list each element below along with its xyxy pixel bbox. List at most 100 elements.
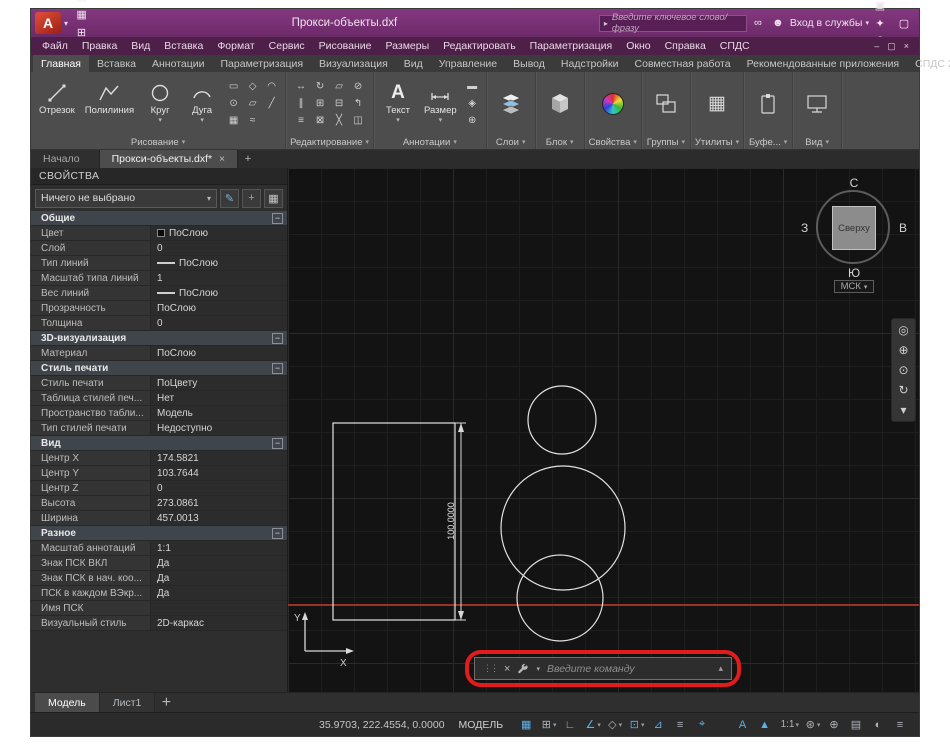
menu-item[interactable]: СПДС bbox=[713, 40, 757, 52]
panel-caption-layers[interactable]: Слои bbox=[487, 135, 535, 149]
menu-item[interactable]: Окно bbox=[619, 40, 657, 52]
ribbon-tab[interactable]: Вывод bbox=[505, 55, 553, 72]
modify-tool-icon[interactable]: ⊞ bbox=[312, 96, 329, 112]
modify-tool-icon[interactable]: ▱ bbox=[331, 79, 348, 95]
draw-extra-icon[interactable]: ▱ bbox=[244, 96, 261, 112]
command-input[interactable]: Введите команду bbox=[547, 663, 712, 675]
property-section[interactable]: Вид − bbox=[31, 436, 287, 451]
properties-button[interactable] bbox=[594, 92, 632, 116]
panel-caption-view[interactable]: Вид bbox=[793, 135, 841, 149]
arc-tool-button[interactable]: Дуга ▾ bbox=[183, 81, 221, 126]
property-row[interactable]: Вес линий ПоСлою bbox=[31, 286, 287, 301]
property-section[interactable]: Стиль печати − bbox=[31, 361, 287, 376]
menu-item[interactable]: Редактировать bbox=[436, 40, 523, 52]
select-objects-icon[interactable]: ▦ bbox=[264, 189, 283, 208]
navigation-wheel-icon[interactable]: ◎ bbox=[898, 324, 908, 336]
circle-bottom[interactable] bbox=[517, 555, 603, 641]
collapse-icon[interactable]: − bbox=[272, 438, 283, 449]
property-row[interactable]: Центр X 174.5821 bbox=[31, 451, 287, 466]
viewcube-compass[interactable]: С З Сверху В Ю bbox=[799, 178, 909, 278]
selection-dropdown[interactable]: Ничего не выбрано bbox=[35, 189, 217, 208]
annotation-autoscale-icon[interactable]: ▲ bbox=[756, 716, 776, 733]
ribbon-tab[interactable]: СПДС 2019 bbox=[907, 55, 950, 72]
doc-restore-icon[interactable]: ▢ bbox=[887, 41, 896, 52]
drawing-rectangle[interactable] bbox=[333, 423, 455, 620]
ortho-icon[interactable]: ∟ bbox=[561, 716, 581, 733]
ucs-selector[interactable]: МСК bbox=[834, 280, 875, 293]
document-tab[interactable]: Начало bbox=[31, 150, 100, 168]
annotation-monitor-icon[interactable]: ⊕ bbox=[825, 716, 845, 733]
close-tab-icon[interactable]: × bbox=[219, 154, 225, 165]
viewcube[interactable]: С З Сверху В Ю МСК bbox=[799, 178, 909, 293]
recent-commands-icon[interactable]: ▴ bbox=[718, 663, 723, 674]
quick-properties-icon[interactable]: ▤ bbox=[847, 716, 867, 733]
text-tool-button[interactable]: А Текст ▾ bbox=[379, 81, 417, 126]
panel-caption-draw[interactable]: Рисование bbox=[31, 135, 285, 149]
annotation-visibility-icon[interactable]: А bbox=[734, 716, 754, 733]
command-line[interactable]: ⋮⋮ × ▾ Введите команду ▴ bbox=[474, 657, 732, 680]
ribbon-tab[interactable]: Визуализация bbox=[311, 55, 396, 72]
close-icon[interactable]: × bbox=[504, 663, 510, 675]
ribbon-tab[interactable]: Управление bbox=[431, 55, 505, 72]
ribbon-tab[interactable]: Параметризация bbox=[213, 55, 312, 72]
search-input[interactable]: Введите ключевое слово/фразу bbox=[599, 15, 747, 32]
property-row[interactable]: Тип стилей печати Недоступно bbox=[31, 421, 287, 436]
property-row[interactable]: Цвет ПоСлою bbox=[31, 226, 287, 241]
property-row[interactable]: Центр Y 103.7644 bbox=[31, 466, 287, 481]
polar-tracking-icon[interactable]: ∠▾ bbox=[583, 716, 603, 733]
property-section[interactable]: 3D-визуализация − bbox=[31, 331, 287, 346]
dynamic-input-icon[interactable]: ⌖ bbox=[693, 716, 713, 733]
chevron-down-icon[interactable]: ▾ bbox=[64, 19, 68, 28]
utilities-button[interactable]: ▦ bbox=[698, 92, 736, 116]
menu-item[interactable]: Размеры bbox=[379, 40, 437, 52]
snap-tracking-icon[interactable]: ⊿ bbox=[649, 716, 669, 733]
panel-caption-utilities[interactable]: Утилиты bbox=[691, 135, 743, 149]
document-tab[interactable]: Прокси-объекты.dxf* × bbox=[100, 150, 238, 168]
annotation-extra-icon[interactable]: ▬ bbox=[464, 79, 481, 95]
drawing-canvas[interactable]: 100.0000 Y X С З Свер bbox=[288, 168, 919, 692]
property-row[interactable]: ПСК в каждом ВЭкр... Да bbox=[31, 586, 287, 601]
ribbon-tab[interactable]: Аннотации bbox=[144, 55, 213, 72]
panel-caption-clipboard[interactable]: Буфе... bbox=[744, 135, 792, 149]
property-row[interactable]: Имя ПСК bbox=[31, 601, 287, 616]
property-row[interactable]: Таблица стилей печ... Нет bbox=[31, 391, 287, 406]
workspace-gear-icon[interactable]: ⊛▾ bbox=[803, 716, 823, 733]
property-row[interactable]: Знак ПСК ВКЛ Да bbox=[31, 556, 287, 571]
minimize-button[interactable]: – bbox=[891, 0, 917, 13]
draw-extra-icon[interactable]: ≈ bbox=[244, 113, 261, 129]
annotation-scale-button[interactable]: 1:1▾ bbox=[778, 716, 801, 733]
property-row[interactable]: Знак ПСК в нач. коо... Да bbox=[31, 571, 287, 586]
menu-item[interactable]: Формат bbox=[210, 40, 261, 52]
drag-grip[interactable]: ⋮⋮ bbox=[483, 663, 497, 674]
property-row[interactable]: Слой 0 bbox=[31, 241, 287, 256]
property-row[interactable]: Толщина 0 bbox=[31, 316, 287, 331]
new-layout-button[interactable]: + bbox=[155, 693, 177, 712]
view-button[interactable] bbox=[798, 91, 836, 117]
chevron-down-icon[interactable]: ▾ bbox=[536, 665, 540, 673]
layout-tab[interactable]: Модель bbox=[35, 693, 100, 712]
save-as-icon[interactable]: ▦ bbox=[73, 5, 90, 23]
property-row[interactable]: Тип линий ПоСлою bbox=[31, 256, 287, 271]
modify-tool-icon[interactable]: ⊠ bbox=[312, 113, 329, 129]
panel-caption-groups[interactable]: Группы bbox=[642, 135, 690, 149]
lineweight-icon[interactable]: ≡ bbox=[671, 716, 691, 733]
collapse-icon[interactable]: − bbox=[272, 213, 283, 224]
property-row[interactable]: Ширина 457.0013 bbox=[31, 511, 287, 526]
navbar-more-icon[interactable]: ▾ bbox=[900, 404, 906, 416]
annotation-extra-icon[interactable]: ⊕ bbox=[464, 113, 481, 129]
object-snap-icon[interactable]: ⊡▾ bbox=[627, 716, 647, 733]
ribbon-tab[interactable]: Вставка bbox=[89, 55, 144, 72]
autocad-logo[interactable]: A bbox=[35, 12, 61, 34]
ribbon-tab[interactable]: Вид bbox=[396, 55, 431, 72]
dimension-100[interactable]: 100.0000 bbox=[446, 423, 466, 620]
modify-tool-icon[interactable]: ⊘ bbox=[350, 79, 367, 95]
new-tab-button[interactable]: + bbox=[238, 150, 258, 168]
signin-button[interactable]: ☻ Вход в службы ▾ bbox=[769, 14, 869, 32]
block-button[interactable] bbox=[541, 91, 579, 117]
dimension-tool-button[interactable]: Размер ▾ bbox=[421, 81, 460, 126]
property-row[interactable]: Масштаб аннотаций 1:1 bbox=[31, 541, 287, 556]
draw-extra-icon[interactable]: ▭ bbox=[225, 79, 242, 95]
property-section[interactable]: Разное − bbox=[31, 526, 287, 541]
menu-item[interactable]: Справка bbox=[658, 40, 713, 52]
menu-item[interactable]: Файл bbox=[35, 40, 75, 52]
